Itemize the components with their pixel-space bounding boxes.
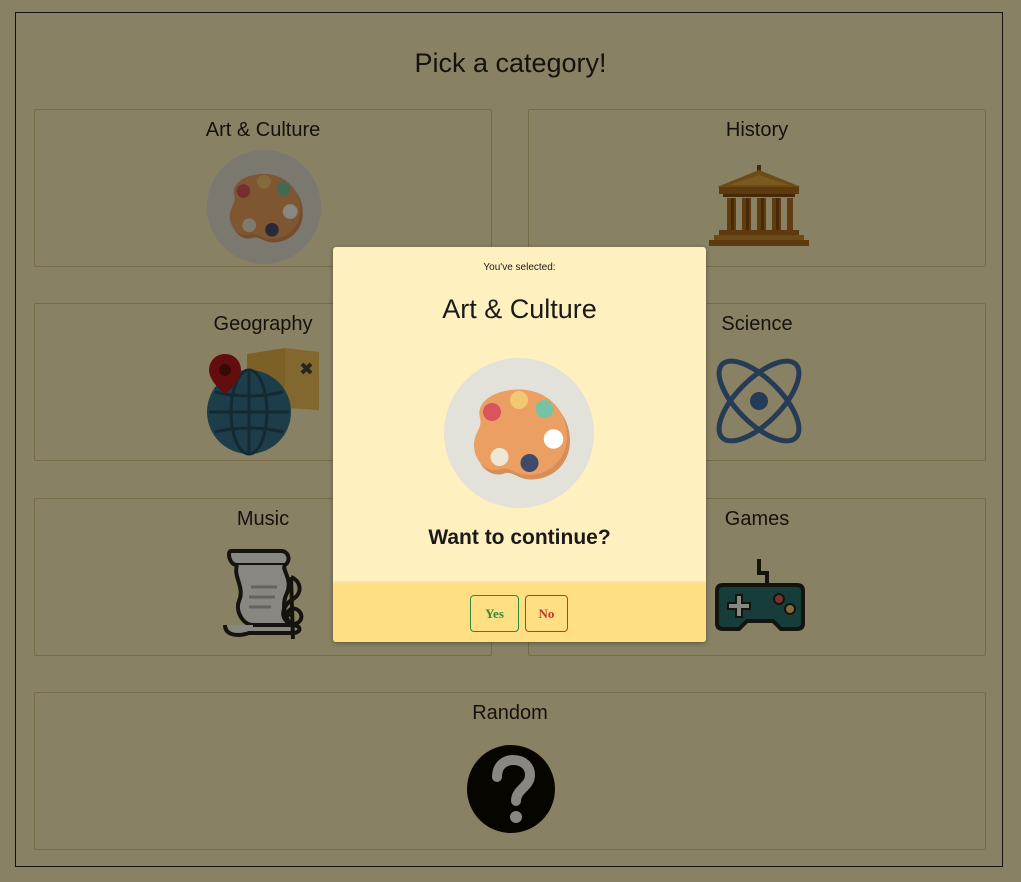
dialog-question: Want to continue? [428,526,611,549]
no-button[interactable]: No [525,595,568,632]
dialog-selected-category: Art & Culture [442,294,597,324]
yes-button[interactable]: Yes [470,595,519,632]
palette-icon [444,358,594,508]
dialog-footer: Yes No [333,581,706,642]
dialog-subtitle: You've selected: [483,262,556,273]
confirm-dialog: You've selected: Art & Culture Want to c… [333,247,706,642]
